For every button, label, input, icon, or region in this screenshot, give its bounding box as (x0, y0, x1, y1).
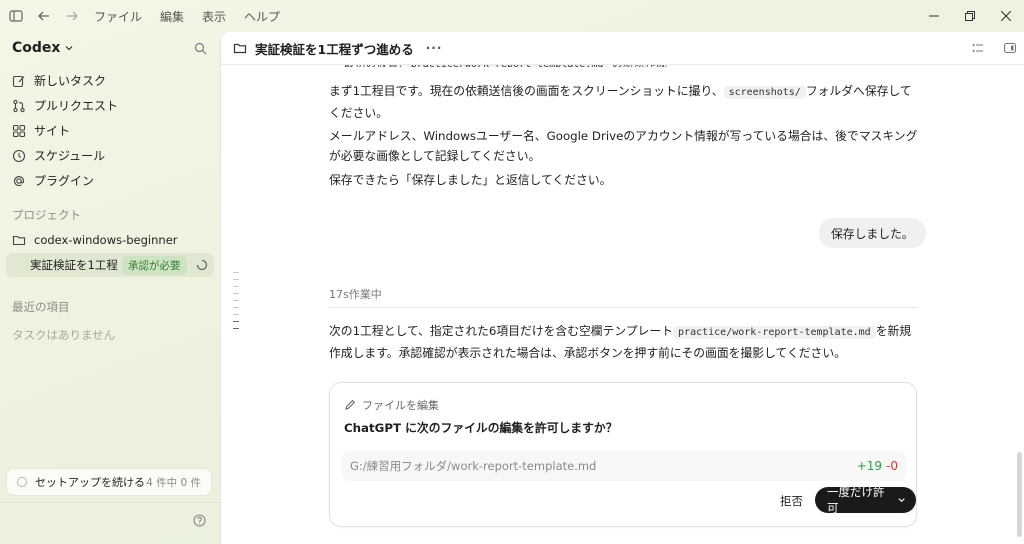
assistant-paragraph: 保存できたら「保存しました」と返信してください。 (329, 173, 612, 187)
page-title: 実証検証を1工程ずつ進める (255, 41, 414, 57)
menu-view[interactable]: 表示 (202, 8, 226, 25)
timeline-ticks (233, 272, 239, 335)
menu-help[interactable]: ヘルプ (244, 8, 280, 25)
compose-icon (12, 75, 25, 87)
brand-name: Codex (12, 40, 61, 56)
sidebar-toggle-icon[interactable] (8, 8, 24, 24)
chevron-down-icon[interactable] (897, 495, 906, 505)
main-panel: 実証検証を1工程ずつ進める ··· ・ 最初の仮置: practice/work… (220, 32, 1024, 544)
user-message-bubble: 保存しました。 (819, 218, 926, 248)
diff-deletions: -0 (886, 459, 898, 473)
status-badge: 承認が必要 (122, 255, 187, 275)
folder-icon (233, 43, 247, 54)
recent-section-label: 最近の項目 (12, 300, 70, 314)
diff-additions: +19 (856, 459, 883, 473)
clock-icon (12, 149, 26, 162)
project-name: codex-windows-beginner (34, 233, 178, 247)
approval-header: ファイルを編集 (344, 397, 439, 413)
sidebar-item-plugins[interactable]: プラグイン (6, 168, 214, 193)
sidebar-nav: 新しいタスク プルリクエスト サイト スケジュール プラグイン (6, 68, 214, 193)
allow-once-button[interactable]: 一度だけ許可 (815, 485, 916, 515)
chevron-down-icon (66, 46, 73, 51)
search-icon[interactable] (194, 42, 207, 55)
setup-label: セットアップを続ける (35, 476, 145, 489)
folder-icon (12, 235, 26, 246)
approval-question: ChatGPT に次のファイルの編集を許可しますか？ (344, 421, 618, 435)
back-arrow-icon[interactable] (36, 8, 52, 24)
inline-code: practice/work-report-template.md (673, 326, 876, 339)
workspace-switcher[interactable]: Codex (12, 40, 74, 56)
projects-section-label: プロジェクト (12, 208, 81, 222)
pencil-icon (345, 399, 356, 410)
scrollbar-thumb[interactable] (1017, 452, 1022, 537)
menu-edit[interactable]: 編集 (160, 8, 184, 25)
spinner-icon (196, 259, 208, 271)
forward-arrow-icon[interactable] (64, 8, 80, 24)
sidebar-item-pull-requests[interactable]: プルリクエスト (6, 93, 214, 118)
setup-continue-button[interactable]: セットアップを続ける 4 件中 0 件 (6, 468, 212, 496)
recent-empty-text: タスクはありません (12, 328, 116, 342)
file-path: G:/練習用フォルダ/work-report-template.md (350, 459, 597, 473)
minimize-icon[interactable] (916, 0, 952, 32)
list-view-icon[interactable] (971, 41, 985, 55)
sidebar-task-active[interactable]: 実証検証を1工程ずつ進める 承認が必要 (6, 253, 214, 277)
sidebar: Codex 新しいタスク プルリクエスト サイト スケジュール プラグイン プロ… (0, 32, 220, 544)
assistant-paragraph: まず1工程目です。現在の依頼送信後の画面をスクリーンショットに撮り、 screen… (329, 84, 912, 120)
menu-bar: ファイル 編集 表示 ヘルプ (94, 8, 280, 25)
sidebar-item-label: プルリクエスト (34, 99, 119, 113)
assistant-paragraph: メールアドレス、Windowsユーザー名、Google Driveのアカウント情… (329, 129, 918, 163)
task-title: 実証検証を1工程ずつ進める (30, 258, 118, 272)
grid-icon (12, 124, 26, 137)
assistant-paragraph: 次の1工程として、指定された6項目だけを含む空欄テンプレート practice/w… (329, 324, 912, 360)
sidebar-project[interactable]: codex-windows-beginner (6, 228, 214, 252)
sidebar-item-label: 新しいタスク (34, 74, 107, 88)
progress-circle-icon (17, 477, 27, 487)
task-header: 実証検証を1工程ずつ進める ··· (221, 32, 1024, 65)
working-status[interactable]: 17s作業中 (329, 286, 382, 302)
pull-request-icon (13, 99, 25, 112)
more-options-button[interactable]: ··· (426, 41, 443, 55)
at-icon (13, 175, 25, 186)
diff-stats: +19 -0 (857, 459, 898, 473)
inline-code: screenshots/ (723, 86, 806, 99)
sidebar-item-label: スケジュール (34, 149, 106, 163)
window-controls (916, 0, 1024, 32)
sidebar-item-label: プラグイン (34, 174, 95, 188)
sidebar-item-sites[interactable]: サイト (6, 118, 214, 143)
panel-toggle-icon[interactable] (1003, 41, 1017, 55)
sidebar-item-label: サイト (34, 124, 71, 138)
deny-button[interactable]: 拒否 (780, 493, 803, 509)
help-icon[interactable] (193, 514, 206, 527)
sidebar-item-schedule[interactable]: スケジュール (6, 143, 214, 168)
file-path-row: G:/練習用フォルダ/work-report-template.md +19 -… (342, 451, 906, 481)
sidebar-item-new-task[interactable]: 新しいタスク (6, 68, 214, 93)
close-icon[interactable] (988, 0, 1024, 32)
title-bar: ファイル 編集 表示 ヘルプ (0, 0, 1024, 32)
menu-file[interactable]: ファイル (94, 8, 142, 25)
sidebar-divider (0, 502, 220, 503)
restore-icon[interactable] (952, 0, 988, 32)
divider (329, 307, 917, 308)
setup-count: 4 件中 0 件 (146, 476, 201, 489)
approval-card: ファイルを編集 ChatGPT に次のファイルの編集を許可しますか？ G:/練習… (329, 382, 917, 527)
